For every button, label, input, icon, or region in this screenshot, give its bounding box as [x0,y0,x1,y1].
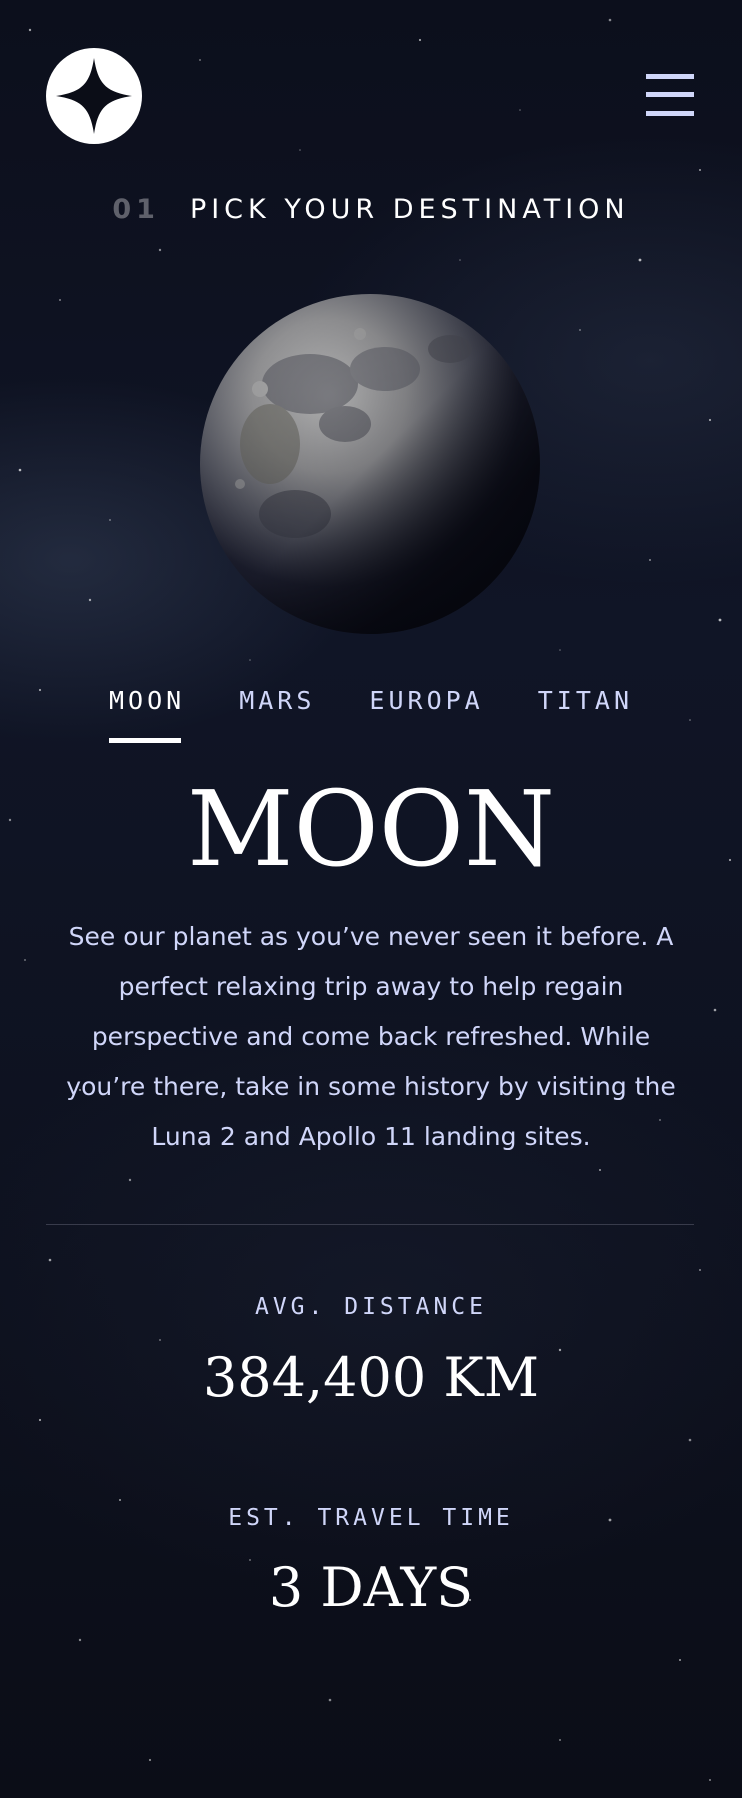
destination-tabs: MOON MARS EUROPA TITAN [0,686,742,743]
avg-distance-value: 384,400 KM [202,1346,540,1409]
tab-titan[interactable]: TITAN [538,686,633,743]
logo[interactable] [46,48,142,144]
hamburger-menu-icon[interactable] [646,74,694,116]
tab-europa[interactable]: EUROPA [369,686,483,743]
moon-illustration [200,294,540,634]
avg-distance-label: AVG. DISTANCE [254,1294,487,1320]
travel-time-label: EST. TRAVEL TIME [228,1505,514,1531]
moon-image [200,294,540,634]
tab-mars[interactable]: MARS [239,686,315,743]
destination-title: MOON [186,768,555,890]
page-heading-label: PICK YOUR DESTINATION [189,194,630,225]
divider [46,1224,694,1225]
tab-moon[interactable]: MOON [108,686,185,743]
page-heading: 01 PICK YOUR DESTINATION [0,194,742,225]
travel-time-value: 3 DAYS [268,1556,474,1619]
page-heading-number: 01 [112,194,160,225]
destination-description: See our planet as you’ve never seen it b… [66,922,676,1151]
star-logo-icon [56,58,132,134]
